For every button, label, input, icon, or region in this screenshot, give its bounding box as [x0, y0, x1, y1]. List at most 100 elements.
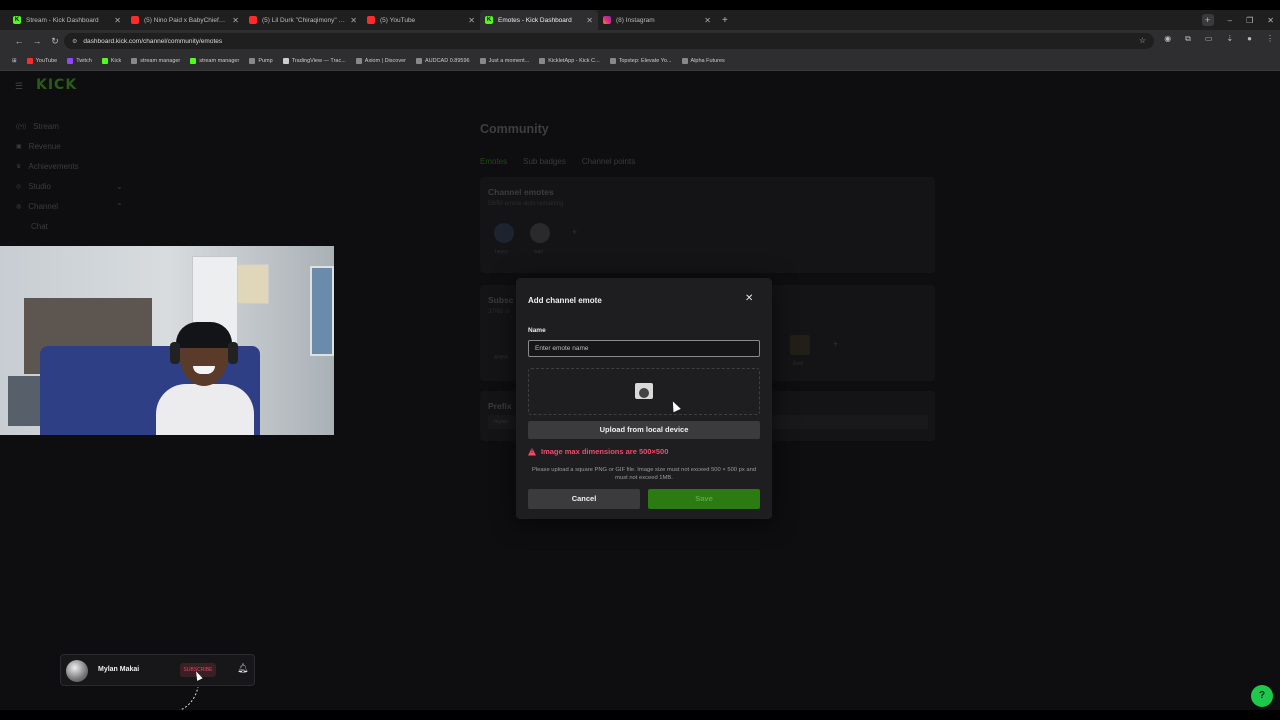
downloads-icon[interactable]: ⇣	[1226, 34, 1233, 44]
upload-hint: Please upload a square PNG or GIF file. …	[531, 467, 757, 481]
close-tab-icon[interactable]: ✕	[586, 16, 593, 25]
sidebar-item-studio[interactable]: ◎ Studio ⌄	[16, 182, 123, 191]
bookmark[interactable]: Axiom | Discover	[355, 58, 406, 64]
bookmarks-bar: ⊞ YouTube Twitch Kick stream manager str…	[0, 52, 1280, 71]
sidebar-item-label: Studio	[28, 182, 51, 191]
sidebar-item-achievements[interactable]: ♛ Achievements	[16, 162, 79, 171]
close-window-icon[interactable]: ✕	[1267, 16, 1274, 25]
bookmark[interactable]: Alpha Futures	[681, 58, 725, 64]
sidebar-item-revenue[interactable]: ▣ Revenue	[16, 142, 61, 151]
bookmark[interactable]: Just a moment...	[479, 58, 530, 64]
profile-icon[interactable]: ●	[1247, 34, 1252, 44]
youtube-icon	[131, 16, 139, 24]
kick-logo[interactable]: KICK	[36, 77, 77, 93]
url-bar[interactable]: ⚙ dashboard.kick.com/channel/community/e…	[64, 33, 1154, 49]
bookmark[interactable]: Kick	[101, 58, 122, 64]
sidebar-item-chat[interactable]: Chat	[31, 222, 48, 231]
upload-button[interactable]: Upload from local device	[528, 421, 760, 439]
close-tab-icon[interactable]: ✕	[232, 16, 239, 25]
bell-icon[interactable]: 🔔︎	[237, 663, 248, 674]
chevron-down-icon: ⌄	[116, 182, 123, 191]
menu-kebab-icon[interactable]: ⋮	[1266, 34, 1274, 44]
extensions-puzzle-icon[interactable]: ⧉	[1185, 34, 1191, 44]
emote-label: Emil	[793, 361, 803, 367]
bookmark[interactable]: stream manager	[131, 58, 180, 64]
extension-plus-icon[interactable]: +	[1201, 14, 1214, 26]
site-info-icon[interactable]: ⚙	[72, 38, 77, 45]
save-button[interactable]: Save	[648, 489, 760, 509]
bookmark-label: YouTube	[35, 58, 58, 64]
card-heading: Channel emotes	[488, 187, 554, 197]
new-tab-icon[interactable]: +	[722, 15, 728, 26]
bookmark[interactable]: Pump	[249, 58, 273, 64]
trophy-icon: ♛	[16, 164, 22, 170]
emote-name-input[interactable]	[528, 340, 760, 357]
bookmark-label: Just a moment...	[488, 58, 530, 64]
sidebar-item-label: Chat	[31, 222, 48, 231]
bookmark-star-icon[interactable]: ☆	[1139, 36, 1146, 45]
tab-emotes[interactable]: Emotes	[480, 157, 507, 166]
sidebar-item-stream[interactable]: ((•)) Stream	[16, 122, 59, 131]
channel-emotes-card: Channel emotes 58/60 emote slots remaini…	[480, 177, 935, 273]
bookmark[interactable]: TradingView — Trac...	[282, 58, 346, 64]
add-emote-icon[interactable]: +	[833, 339, 838, 349]
browser-tab[interactable]: K Stream - Kick Dashboard ✕	[8, 10, 126, 30]
sidepanel-icon[interactable]: ▭	[1205, 34, 1213, 44]
browser-tab[interactable]: (8) Instagram ✕	[598, 10, 716, 30]
close-tab-icon[interactable]: ✕	[114, 16, 121, 25]
minimize-icon[interactable]: –	[1228, 16, 1232, 25]
kick-icon: K	[13, 16, 21, 24]
browser-tab[interactable]: (5) Lil Durk "Chiraqimony" (W... ✕	[244, 10, 362, 30]
stream-icon: ((•))	[16, 123, 27, 130]
cancel-button[interactable]: Cancel	[528, 489, 640, 509]
restore-icon[interactable]: ❐	[1246, 16, 1253, 25]
emote-thumbnail[interactable]	[530, 223, 550, 243]
reload-icon[interactable]: ↻	[46, 36, 64, 47]
sidebar-item-channel[interactable]: ◍ Channel ⌃	[16, 202, 123, 211]
apps-grid-icon[interactable]: ⊞	[12, 58, 17, 64]
tab-sub-badges[interactable]: Sub badges	[523, 157, 566, 166]
window-controls: + – ❐ ✕	[1201, 10, 1274, 30]
tradingview-icon	[282, 58, 289, 64]
browser-tab-active[interactable]: K Emotes - Kick Dashboard ✕	[480, 10, 598, 30]
streamer-body	[156, 384, 254, 435]
add-emote-icon[interactable]: +	[572, 227, 577, 237]
address-bar-row: ← → ↻ ⚙ dashboard.kick.com/channel/commu…	[0, 30, 1280, 52]
help-chat-icon[interactable]: ?	[1251, 685, 1273, 707]
emote-thumbnail[interactable]	[494, 223, 514, 243]
bookmark[interactable]: AUDCAD 0.89596	[415, 58, 470, 64]
bookmark[interactable]: Twitch	[67, 58, 92, 64]
close-tab-icon[interactable]: ✕	[468, 16, 475, 25]
streamer-durag	[176, 322, 232, 348]
youtube-icon	[26, 58, 33, 64]
instagram-icon	[603, 16, 611, 24]
image-dropzone[interactable]	[528, 368, 760, 415]
bookmark-label: Kick	[110, 58, 122, 64]
tab-title: Stream - Kick Dashboard	[26, 16, 99, 24]
screen-frame: K Stream - Kick Dashboard ✕ (5) Nino Pai…	[0, 10, 1280, 710]
forward-icon[interactable]: →	[28, 36, 46, 46]
menu-icon[interactable]: ☰	[15, 81, 23, 92]
bookmark[interactable]: YouTube	[26, 58, 58, 64]
webcam-window	[310, 266, 334, 356]
kick-icon	[190, 58, 197, 64]
tab-title: (5) YouTube	[380, 16, 416, 24]
close-tab-icon[interactable]: ✕	[704, 16, 711, 25]
webcam-poster	[237, 264, 269, 304]
browser-tab[interactable]: (5) Nino Paid x BabyChiefDoit ✕	[126, 10, 244, 30]
back-icon[interactable]: ←	[10, 36, 28, 46]
bookmark-icon	[681, 58, 688, 64]
tab-channel-points[interactable]: Channel points	[582, 157, 635, 166]
studio-icon: ◎	[16, 184, 22, 190]
bookmark[interactable]: KickletApp - Kick C...	[539, 58, 600, 64]
extension-icon[interactable]: ◉	[1164, 34, 1171, 44]
close-tab-icon[interactable]: ✕	[350, 16, 357, 25]
emote-thumbnail[interactable]	[790, 335, 810, 355]
close-icon[interactable]: ✕	[745, 293, 753, 304]
browser-tab[interactable]: (5) YouTube ✕	[362, 10, 480, 30]
bookmark[interactable]: Topstep: Elevate Yo...	[609, 58, 672, 64]
error-text: Image max dimensions are 500×500	[541, 447, 669, 456]
bookmark[interactable]: stream manager	[190, 58, 239, 64]
youtube-icon	[249, 16, 257, 24]
bookmark-icon	[479, 58, 486, 64]
